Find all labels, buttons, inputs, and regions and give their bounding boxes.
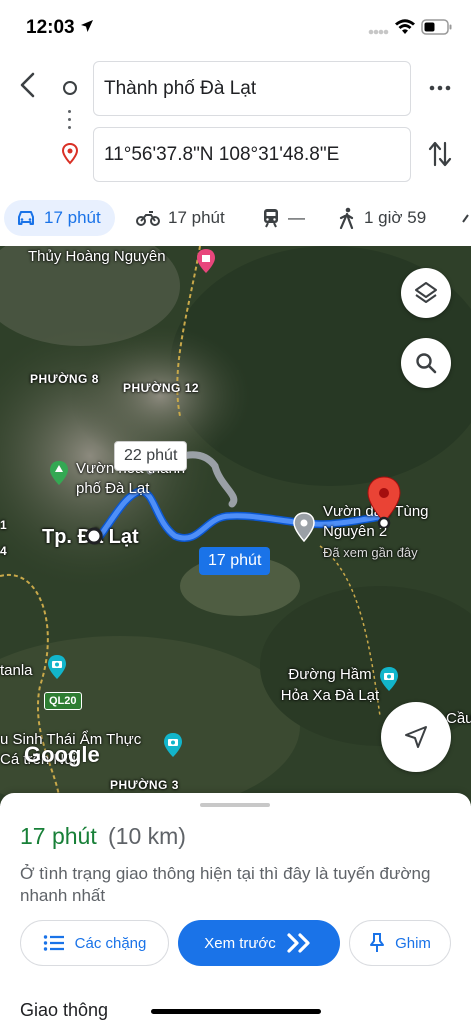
map-label-tanla: tanla	[0, 662, 33, 679]
origin-input[interactable]: Thành phố Đà Lạt	[93, 61, 411, 116]
layers-button[interactable]	[401, 268, 451, 318]
mode-more-icon[interactable]	[462, 212, 471, 228]
map-label-edge4: 4	[0, 544, 8, 558]
preview-button[interactable]: Xem trước	[178, 920, 340, 966]
transit-icon	[264, 209, 278, 228]
map-label-phuong12: PHƯỜNG 12	[123, 381, 200, 395]
mode-car-label: 17 phút	[44, 208, 101, 227]
signal-icon	[368, 29, 389, 35]
map-view[interactable]: Thủy Hoàng Nguyên PHƯỜNG 8 PHƯỜNG 12 Vườ…	[0, 246, 471, 806]
map-label-phuong3: PHƯỜNG 3	[110, 778, 179, 792]
status-time: 12:03	[26, 17, 75, 38]
map-search-button[interactable]	[401, 338, 451, 388]
camera-pin-icon[interactable]	[46, 654, 68, 680]
navigation-arrow-icon	[405, 726, 427, 748]
directions-header: Thành phố Đà Lạt 11°56'37.8"N 108°31'48.…	[0, 56, 471, 186]
pin-button[interactable]: Ghim	[349, 920, 451, 966]
mode-transit-label: —	[288, 208, 305, 227]
alt-route-label[interactable]: 22 phút	[114, 441, 188, 471]
map-label-da-xem: Đã xem gần đây	[323, 545, 418, 560]
mode-car[interactable]: 17 phút	[4, 200, 115, 236]
park-pin-icon[interactable]	[48, 460, 70, 486]
home-indicator	[151, 1009, 321, 1014]
route-dots-icon	[68, 110, 72, 134]
more-options-icon[interactable]	[428, 76, 452, 100]
main-route-label[interactable]: 17 phút	[199, 547, 271, 575]
destination-pin-icon	[62, 143, 78, 165]
pin-icon	[370, 933, 385, 952]
mode-motorbike[interactable]: 17 phút	[136, 200, 225, 236]
steps-button[interactable]: Các chặng	[20, 920, 169, 966]
back-arrow-icon[interactable]	[14, 70, 44, 100]
motorbike-icon	[136, 211, 160, 226]
camera-pin-icon[interactable]	[162, 732, 184, 758]
swap-icon[interactable]	[428, 140, 452, 168]
mode-walk-label: 1 giờ 59	[364, 208, 427, 227]
walk-icon	[339, 207, 354, 229]
route-duration: 17 phút	[20, 823, 97, 849]
traffic-section-title[interactable]: Giao thông	[20, 1000, 108, 1021]
search-icon	[416, 353, 437, 374]
map-label-cau: Cầu	[446, 710, 471, 727]
double-chevron-icon	[287, 933, 310, 953]
map-label-phuong8: PHƯỜNG 8	[30, 372, 99, 386]
map-label-duong-ham: Đường Hầm Hỏa Xa Đà Lạt	[280, 666, 380, 704]
google-logo: Google	[24, 742, 100, 767]
battery-icon	[421, 19, 452, 35]
status-bar: 12:03	[0, 0, 471, 56]
sheet-drag-handle[interactable]	[200, 803, 270, 807]
wifi-icon	[395, 19, 415, 34]
destination-input[interactable]: 11°56'37.8"N 108°31'48.8"E	[93, 127, 411, 182]
shopping-pin-icon[interactable]	[195, 248, 217, 274]
route-summary-sheet[interactable]: 17 phút (10 km) Ở tình trạng giao thông …	[0, 793, 471, 1024]
origin-marker-icon	[85, 527, 103, 545]
travel-mode-bar: 17 phút 17 phút — 1 giờ 59	[0, 194, 471, 246]
route-distance: (10 km)	[108, 823, 186, 849]
mode-transit[interactable]: —	[262, 200, 305, 236]
origin-dot-icon	[63, 81, 77, 95]
pin-button-label: Ghim	[395, 934, 431, 952]
my-location-button[interactable]	[381, 702, 451, 772]
map-label-edge1: 1	[0, 518, 8, 532]
preview-button-label: Xem trước	[204, 934, 276, 952]
map-label-thuy-hoang: Thủy Hoàng Nguyên	[28, 248, 166, 265]
steps-button-label: Các chặng	[74, 934, 147, 952]
destination-marker-icon[interactable]	[366, 476, 402, 528]
mode-walk[interactable]: 1 giờ 59	[338, 200, 426, 236]
highway-badge: QL20	[44, 692, 82, 710]
car-icon	[18, 211, 34, 225]
layers-icon	[415, 282, 437, 303]
location-arrow-icon	[81, 20, 93, 32]
route-note: Ở tình trạng giao thông hiện tại thì đây…	[20, 864, 431, 905]
mode-motorbike-label: 17 phút	[168, 208, 225, 227]
recent-pin-icon[interactable]	[292, 512, 316, 542]
list-icon	[43, 935, 64, 951]
